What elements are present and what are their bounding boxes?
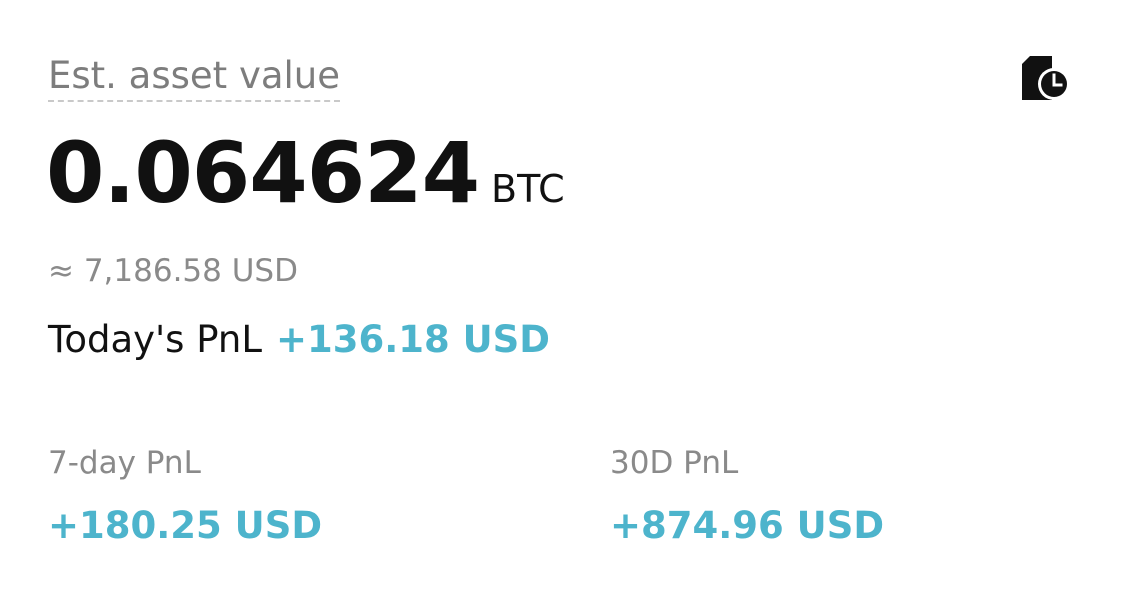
- pnl-7day-value: +180.25 USD: [48, 504, 323, 547]
- history-clock-icon[interactable]: [1020, 54, 1076, 102]
- pnl-7day-label: 7-day PnL: [48, 445, 201, 481]
- pnl-7day[interactable]: 7-day PnL +180.25 USD: [48, 442, 322, 550]
- balance-value: 0.064624: [46, 124, 480, 222]
- todays-pnl-value: +136.18 USD: [275, 318, 551, 361]
- todays-pnl-label: Today's PnL: [48, 318, 262, 361]
- approx-usd-value: ≈ 7,186.58 USD: [48, 253, 298, 289]
- todays-pnl-row: Today's PnL +136.18 USD: [48, 316, 550, 364]
- pnl-30day[interactable]: 30D PnL +874.96 USD: [610, 442, 884, 550]
- pnl-30day-value: +874.96 USD: [610, 504, 885, 547]
- balance-row: 0.064624 BTC: [46, 118, 565, 228]
- asset-overview-card: Est. asset value 0.064624 BTC ≈ 7,186.58 …: [0, 0, 1125, 592]
- est-asset-value-label[interactable]: Est. asset value: [48, 52, 341, 102]
- balance-unit: BTC: [491, 167, 565, 211]
- pnl-30day-label: 30D PnL: [610, 445, 739, 481]
